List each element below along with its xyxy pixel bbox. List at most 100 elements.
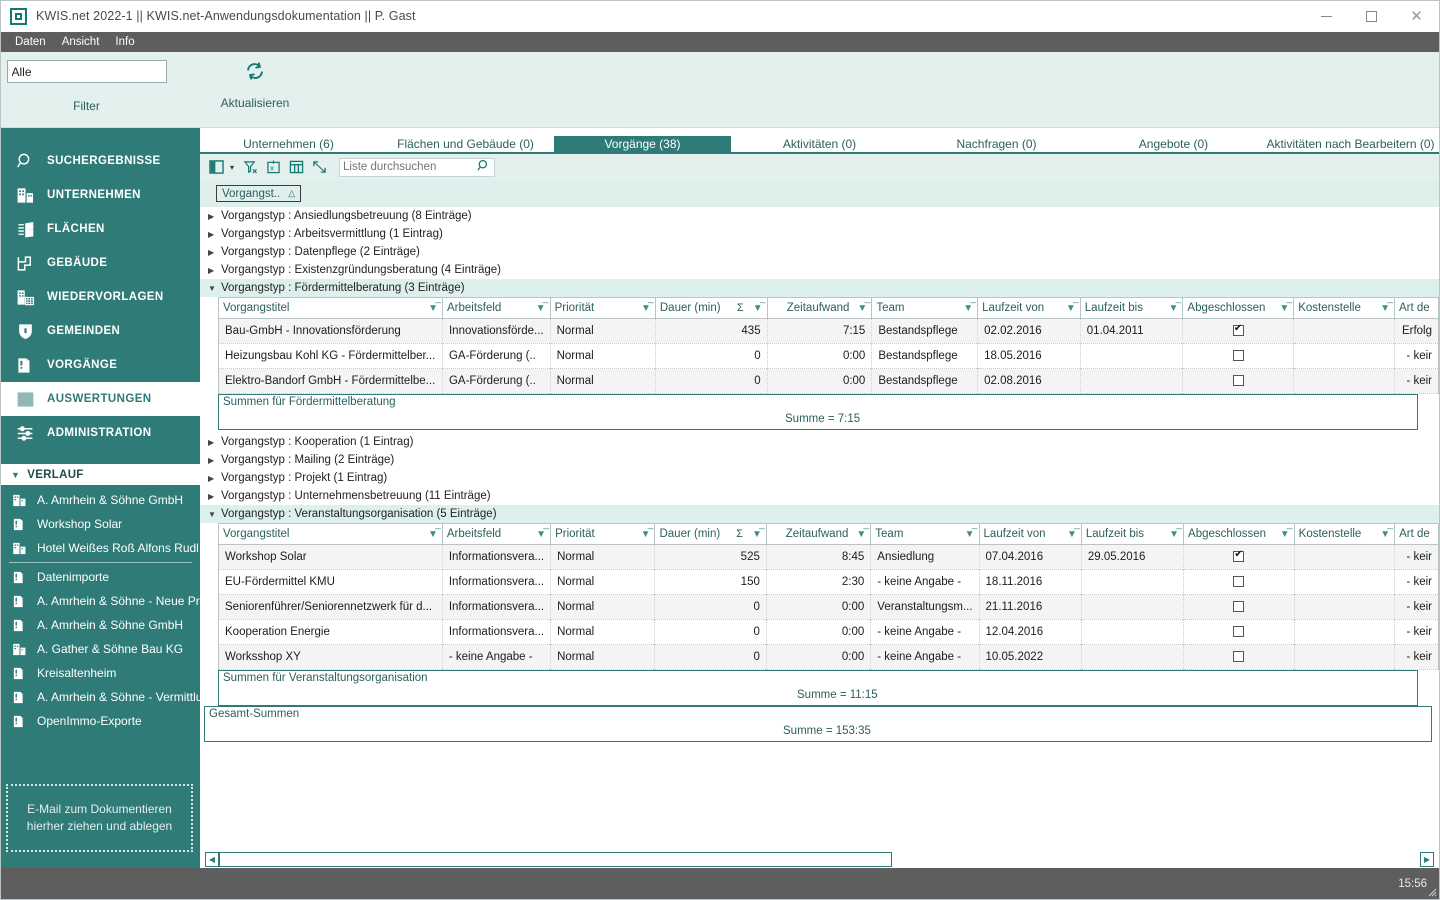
group-row-kooperation[interactable]: ▶ Vorgangstyp : Kooperation (1 Eintrag) bbox=[200, 433, 1439, 451]
column-header-arbeitsfeld[interactable]: Arbeitsfeld ▼̅ bbox=[442, 297, 551, 319]
checkbox-unchecked[interactable] bbox=[1232, 350, 1244, 362]
checkbox-unchecked[interactable] bbox=[1233, 651, 1245, 663]
clear-filter-icon[interactable] bbox=[241, 158, 260, 177]
cell-abgeschlossen[interactable] bbox=[1182, 368, 1295, 394]
expand-all-icon[interactable] bbox=[310, 158, 329, 177]
cell-abgeschlossen[interactable] bbox=[1183, 619, 1295, 645]
column-header-arbeitsfeld[interactable]: Arbeitsfeld ▼̅ bbox=[442, 523, 552, 545]
column-chooser-icon[interactable] bbox=[207, 158, 226, 177]
group-chip-vorgangstyp[interactable]: Vorgangst.. △ bbox=[216, 185, 302, 202]
filter-icon[interactable]: ▼̅ bbox=[961, 529, 975, 540]
filter-icon[interactable]: ▼̅ bbox=[1376, 303, 1390, 314]
column-header-zeitaufwand[interactable]: Zeitaufwand ▼̅ bbox=[767, 297, 873, 319]
sum-icon[interactable]: Σ bbox=[737, 302, 749, 314]
sidebar-item-administration[interactable]: ADMINISTRATION bbox=[1, 416, 200, 450]
resize-grip-icon[interactable] bbox=[1425, 885, 1437, 897]
search-input[interactable] bbox=[343, 161, 464, 173]
filter-icon[interactable]: ▼̅ bbox=[1063, 529, 1077, 540]
chevron-down-icon[interactable]: ▾ bbox=[230, 163, 234, 172]
filter-icon[interactable]: ▼̅ bbox=[637, 529, 651, 540]
tab-aktivitaeten[interactable]: Aktivitäten (0) bbox=[731, 136, 908, 152]
group-row-existenzgruendungsberatung[interactable]: ▶ Vorgangstyp : Existenzgründungsberatun… bbox=[200, 261, 1439, 279]
table-row[interactable]: Kooperation Energie Informationsvera... … bbox=[218, 619, 1439, 645]
table-row[interactable]: Elektro-Bandorf GmbH - Fördermittelbe...… bbox=[218, 368, 1439, 394]
group-by-panel[interactable]: Vorgangst.. △ bbox=[200, 180, 1439, 207]
cell-abgeschlossen[interactable] bbox=[1182, 318, 1295, 344]
filter-icon[interactable]: ▼̅ bbox=[532, 303, 546, 314]
list-item[interactable]: OpenImmo-Exporte bbox=[1, 709, 200, 733]
filter-input[interactable] bbox=[6, 60, 167, 83]
filter-icon[interactable]: ▼̅ bbox=[852, 529, 866, 540]
column-header-abgeschlossen[interactable]: Abgeschlossen ▼̅ bbox=[1182, 297, 1295, 319]
filter-icon[interactable]: ▼̅ bbox=[1165, 303, 1179, 314]
tab-unternehmen[interactable]: Unternehmen (6) bbox=[200, 136, 377, 152]
column-header-laufzeit-bis[interactable]: Laufzeit bis ▼̅ bbox=[1080, 297, 1184, 319]
scroll-right-button[interactable]: ▶ bbox=[1420, 851, 1434, 867]
list-item[interactable]: A. Amrhein & Söhne GmbH bbox=[1, 613, 200, 637]
column-header-prioritaet[interactable]: Priorität ▼̅ bbox=[550, 523, 656, 545]
sidebar-item-wiedervorlagen[interactable]: WIEDERVORLAGEN bbox=[1, 280, 200, 314]
sort-ascending-icon[interactable]: △ bbox=[288, 188, 295, 199]
sidebar-item-gemeinden[interactable]: GEMEINDEN bbox=[1, 314, 200, 348]
export-excel-icon[interactable]: x bbox=[264, 158, 283, 177]
tab-flaechen-und-gebaeude[interactable]: Flächen und Gebäude (0) bbox=[377, 136, 554, 152]
cell-abgeschlossen[interactable] bbox=[1183, 544, 1295, 570]
history-header[interactable]: ▼ VERLAUF bbox=[1, 464, 200, 485]
sidebar-item-unternehmen[interactable]: UNTERNEHMEN bbox=[1, 178, 200, 212]
column-header-vorgangstitel[interactable]: Vorgangstitel ▼̅ bbox=[218, 523, 443, 545]
list-item[interactable]: Datenimporte bbox=[1, 565, 200, 589]
list-item[interactable]: A. Amrhein & Söhne GmbH bbox=[1, 488, 200, 512]
checkbox-checked[interactable] bbox=[1233, 549, 1245, 563]
filter-icon[interactable]: ▼̅ bbox=[532, 529, 546, 540]
column-header-laufzeit-von[interactable]: Laufzeit von ▼̅ bbox=[979, 523, 1082, 545]
group-row-veranstaltungsorganisation[interactable]: ▼ Vorgangstyp : Veranstaltungsorganisati… bbox=[200, 505, 1439, 523]
menu-item-daten[interactable]: Daten bbox=[7, 32, 54, 52]
table-row[interactable]: Seniorenführer/Seniorennetzwerk für d...… bbox=[218, 594, 1439, 620]
column-header-zeitaufwand[interactable]: Zeitaufwand ▼̅ bbox=[766, 523, 872, 545]
scrollbar-thumb[interactable] bbox=[219, 851, 892, 867]
list-item[interactable]: Hotel Weißes Roß Alfons Rudl... bbox=[1, 536, 200, 560]
menu-item-ansicht[interactable]: Ansicht bbox=[54, 32, 108, 52]
search-box[interactable] bbox=[339, 157, 496, 177]
column-header-vorgangstitel[interactable]: Vorgangstitel ▼̅ bbox=[218, 297, 443, 319]
sum-icon[interactable]: Σ bbox=[736, 528, 748, 540]
filter-icon[interactable]: ▼̅ bbox=[1165, 529, 1179, 540]
checkbox-unchecked[interactable] bbox=[1233, 626, 1245, 638]
list-item[interactable]: A. Gather & Söhne Bau KG bbox=[1, 637, 200, 661]
group-panel-icon[interactable] bbox=[287, 158, 306, 177]
table-row[interactable]: Worksshop XY - keine Angabe - Normal 0 0… bbox=[218, 644, 1439, 670]
filter-icon[interactable]: ▼̅ bbox=[1276, 529, 1290, 540]
close-button[interactable]: ✕ bbox=[1394, 1, 1439, 32]
filter-icon[interactable]: ▼̅ bbox=[748, 529, 762, 540]
filter-icon[interactable]: ▼̅ bbox=[959, 303, 973, 314]
menu-item-info[interactable]: Info bbox=[107, 32, 142, 52]
list-item[interactable]: Kreisaltenheim bbox=[1, 661, 200, 685]
column-header-laufzeit-von[interactable]: Laufzeit von ▼̅ bbox=[977, 297, 1081, 319]
table-row[interactable]: EU-Fördermittel KMU Informationsvera... … bbox=[218, 569, 1439, 595]
filter-icon[interactable]: ▼̅ bbox=[749, 303, 763, 314]
tab-angebote[interactable]: Angebote (0) bbox=[1085, 136, 1262, 152]
email-drop-zone[interactable]: E-Mail zum Dokumentieren hierher ziehen … bbox=[6, 784, 193, 852]
search-icon[interactable] bbox=[477, 159, 491, 176]
scrollbar-track[interactable] bbox=[219, 851, 1420, 867]
column-header-dauer[interactable]: Dauer (min) Σ ▼̅ bbox=[654, 523, 767, 545]
filter-icon[interactable]: ▼̅ bbox=[1376, 529, 1390, 540]
column-header-art[interactable]: Art de bbox=[1394, 523, 1439, 545]
group-row-datenpflege[interactable]: ▶ Vorgangstyp : Datenpflege (2 Einträge) bbox=[200, 243, 1439, 261]
group-row-ansiedlungsbetreuung[interactable]: ▶ Vorgangstyp : Ansiedlungsbetreuung (8 … bbox=[200, 207, 1439, 225]
group-row-unternehmensbetreuung[interactable]: ▶ Vorgangstyp : Unternehmensbetreuung (1… bbox=[200, 487, 1439, 505]
filter-icon[interactable]: ▼̅ bbox=[853, 303, 867, 314]
column-header-prioritaet[interactable]: Priorität ▼̅ bbox=[550, 297, 656, 319]
sidebar-item-gebaeude[interactable]: GEBÄUDE bbox=[1, 246, 200, 280]
filter-icon[interactable]: ▼̅ bbox=[1062, 303, 1076, 314]
group-row-mailing[interactable]: ▶ Vorgangstyp : Mailing (2 Einträge) bbox=[200, 451, 1439, 469]
cell-abgeschlossen[interactable] bbox=[1183, 569, 1295, 595]
checkbox-checked[interactable] bbox=[1232, 323, 1244, 337]
column-header-laufzeit-bis[interactable]: Laufzeit bis ▼̅ bbox=[1081, 523, 1185, 545]
maximize-button[interactable] bbox=[1349, 1, 1394, 32]
tab-nachfragen[interactable]: Nachfragen (0) bbox=[908, 136, 1085, 152]
minimize-button[interactable] bbox=[1304, 1, 1349, 32]
sidebar-item-auswertungen[interactable]: AUSWERTUNGEN bbox=[1, 382, 200, 416]
cell-abgeschlossen[interactable] bbox=[1183, 594, 1295, 620]
column-header-team[interactable]: Team ▼̅ bbox=[870, 523, 980, 545]
